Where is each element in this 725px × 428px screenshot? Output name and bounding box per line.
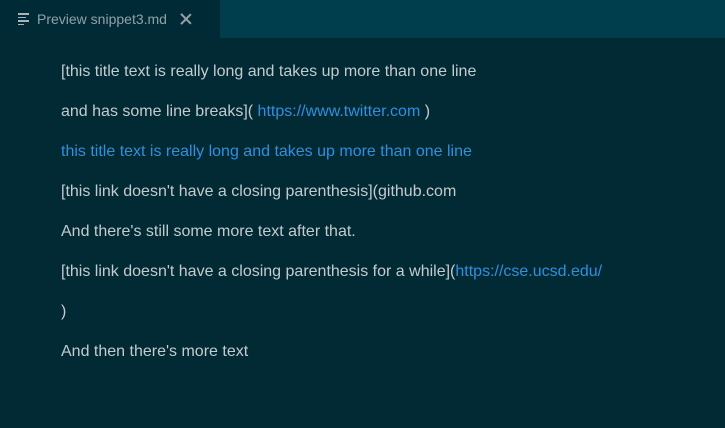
text-span: ) xyxy=(61,303,67,320)
preview-lines-icon xyxy=(18,13,29,25)
tab-preview-snippet3[interactable]: Preview snippet3.md xyxy=(0,0,220,38)
paragraph-line: ) xyxy=(61,300,705,340)
paragraph-line: [this link doesn't have a closing parent… xyxy=(61,180,705,220)
tab-bar: Preview snippet3.md xyxy=(0,0,725,38)
paragraph-line: And there's still some more text after t… xyxy=(61,220,705,260)
text-span: [this title text is really long and take… xyxy=(61,63,477,80)
text-span: and has some line breaks]( xyxy=(61,103,254,120)
text-span: And then there's more text xyxy=(61,343,249,360)
ucsd-link[interactable]: https://cse.ucsd.edu/ xyxy=(455,263,602,280)
text-span: ) xyxy=(424,103,431,120)
markdown-preview: [this title text is really long and take… xyxy=(61,60,705,380)
text-span: [this link doesn't have a closing parent… xyxy=(61,263,456,280)
tab-title: Preview snippet3.md xyxy=(37,11,167,27)
paragraph-line: this title text is really long and takes… xyxy=(61,140,705,180)
paragraph-line: [this link doesn't have a closing parent… xyxy=(61,260,705,300)
paragraph-line: And then there's more text xyxy=(61,340,705,380)
title-link[interactable]: this title text is really long and takes… xyxy=(61,143,472,160)
close-icon[interactable] xyxy=(179,12,193,26)
paragraph-line: [this title text is really long and take… xyxy=(61,60,705,100)
paragraph-line: and has some line breaks]( https://www.t… xyxy=(61,100,705,140)
twitter-link[interactable]: https://www.twitter.com xyxy=(253,103,425,120)
text-span: [this link doesn't have a closing parent… xyxy=(61,183,457,200)
text-span: And there's still some more text after t… xyxy=(61,223,356,240)
